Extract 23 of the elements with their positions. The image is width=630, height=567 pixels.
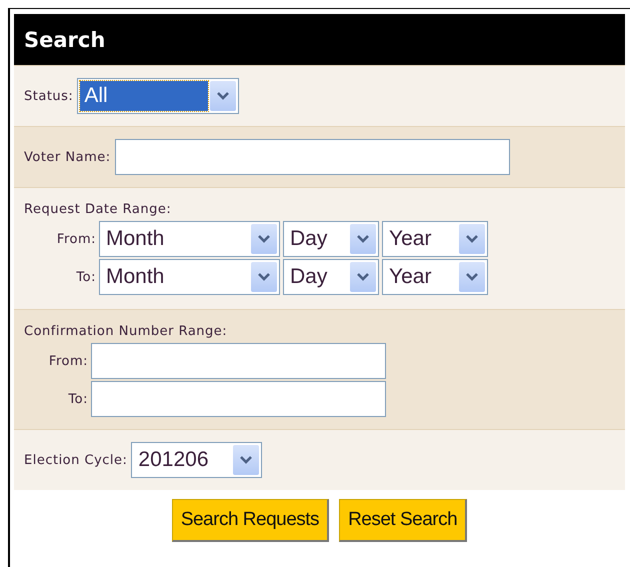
dropdown-select[interactable]: 201206 bbox=[131, 442, 262, 478]
field-label: From: bbox=[56, 232, 96, 246]
reset-button[interactable]: Reset Search bbox=[339, 499, 468, 542]
field-label: Request Date Range: bbox=[24, 202, 172, 217]
input-field[interactable] bbox=[91, 381, 386, 417]
field-label: Status: bbox=[24, 88, 74, 104]
dropdown-select[interactable]: All bbox=[77, 78, 240, 114]
input-field[interactable] bbox=[114, 139, 510, 175]
day-select[interactable]: Day bbox=[283, 221, 379, 257]
panel-title: Search bbox=[14, 14, 625, 65]
month-select[interactable]: Month bbox=[99, 259, 280, 295]
field-label: From: bbox=[48, 354, 88, 368]
search-button[interactable]: Search Requests bbox=[172, 499, 330, 542]
field-label: Voter Name: bbox=[24, 150, 111, 164]
month-select[interactable]: Month bbox=[99, 221, 280, 257]
input-field[interactable] bbox=[91, 343, 386, 379]
field-label: Confirmation Number Range: bbox=[24, 324, 228, 339]
field-label: To: bbox=[67, 392, 88, 406]
field-label: To: bbox=[75, 270, 96, 284]
day-select[interactable]: Day bbox=[283, 259, 379, 295]
year-select[interactable]: Year bbox=[382, 221, 488, 257]
field-label: Election Cycle: bbox=[24, 452, 128, 468]
year-select[interactable]: Year bbox=[382, 259, 488, 295]
